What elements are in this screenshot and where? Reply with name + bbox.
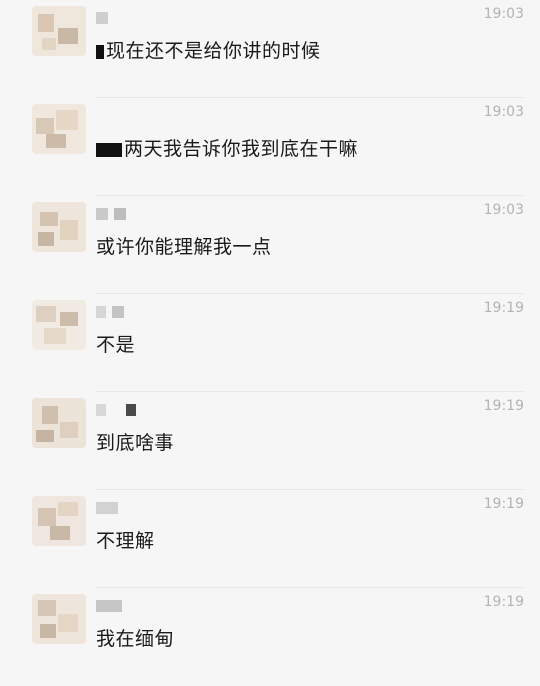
sender-name-blurred <box>96 600 128 612</box>
message-text: 不理解 <box>96 530 155 552</box>
avatar[interactable] <box>32 300 86 350</box>
chat-message-item[interactable]: 或许你能理解我一点 19:03 <box>0 196 540 294</box>
chat-message-item[interactable]: 我在缅甸 19:19 <box>0 588 540 686</box>
sender-name-blurred <box>96 306 130 318</box>
censor-bar <box>96 44 104 59</box>
chat-message-item[interactable]: 现在还不是给你讲的时候 19:03 <box>0 0 540 98</box>
avatar[interactable] <box>32 398 86 448</box>
chat-list: 现在还不是给你讲的时候 19:03 两天我告诉你我到底在干嘛 19:03 或许你… <box>0 0 540 666</box>
message-text: 我在缅甸 <box>96 628 175 650</box>
chat-message-item[interactable]: 到底啥事 19:19 <box>0 392 540 490</box>
message-time: 19:19 <box>483 398 524 414</box>
sender-name-blurred <box>96 502 124 514</box>
message-text: 不是 <box>96 334 136 356</box>
message-time: 19:19 <box>483 594 524 610</box>
message-time: 19:19 <box>483 300 524 316</box>
chat-message-item[interactable]: 不是 19:19 <box>0 294 540 392</box>
avatar[interactable] <box>32 496 86 546</box>
message-text: 到底啥事 <box>96 432 175 454</box>
message-time: 19:03 <box>483 202 524 218</box>
avatar[interactable] <box>32 594 86 644</box>
message-time: 19:03 <box>483 6 524 22</box>
message-time: 19:03 <box>483 104 524 120</box>
chat-message-item[interactable]: 两天我告诉你我到底在干嘛 19:03 <box>0 98 540 196</box>
avatar[interactable] <box>32 202 86 252</box>
avatar[interactable] <box>32 104 86 154</box>
censor-bar <box>96 142 122 157</box>
chat-message-item[interactable]: 不理解 19:19 <box>0 490 540 588</box>
message-text: 现在还不是给你讲的时候 <box>96 36 321 63</box>
message-text: 两天我告诉你我到底在干嘛 <box>96 134 358 161</box>
avatar[interactable] <box>32 6 86 56</box>
sender-name-blurred <box>96 12 114 24</box>
sender-name-blurred <box>96 208 132 220</box>
message-text: 或许你能理解我一点 <box>96 236 272 258</box>
message-time: 19:19 <box>483 496 524 512</box>
sender-name-blurred <box>96 404 142 416</box>
